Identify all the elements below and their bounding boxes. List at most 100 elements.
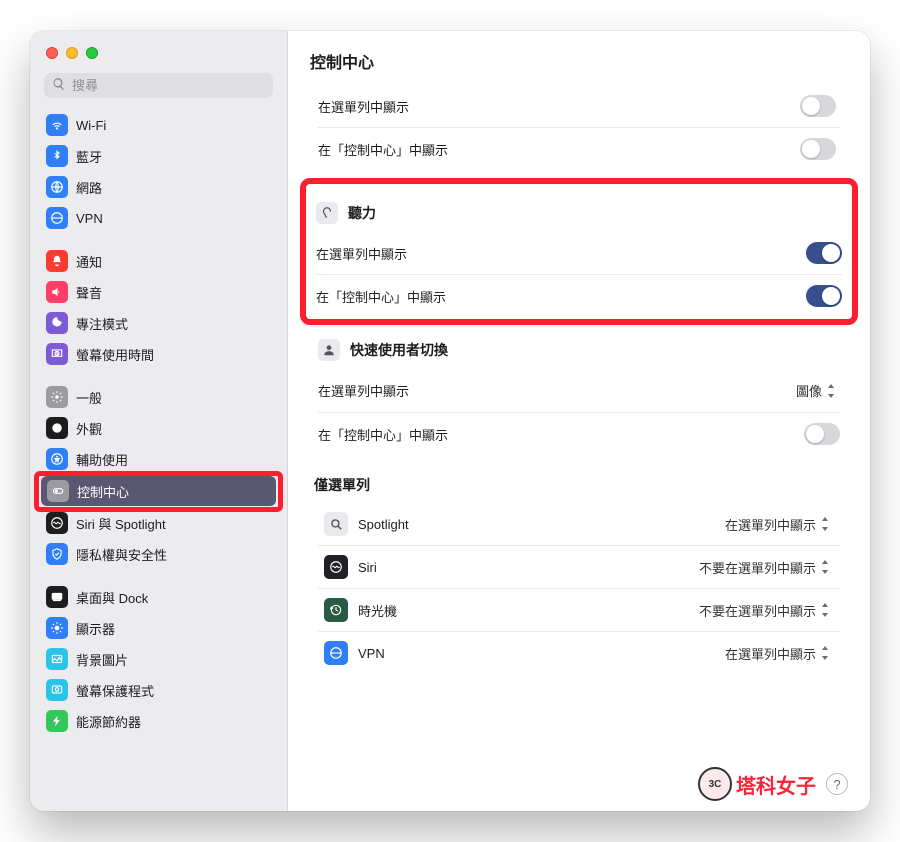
menu-only-popup-spotlight[interactable]: 在選單列中顯示	[721, 513, 834, 536]
toggle-hearing-controlcenter[interactable]	[806, 285, 842, 307]
displays-icon	[46, 617, 68, 639]
menu-only-popup-timemachine[interactable]: 不要在選單列中顯示	[695, 599, 834, 622]
fragment-show-in-menubar: 在選單列中顯示	[318, 85, 840, 127]
section-fragment: 在選單列中顯示 在「控制中心」中顯示	[310, 85, 848, 170]
popup-value: 在選單列中顯示	[725, 644, 816, 663]
fast-user-show-in-menubar: 在選單列中顯示 圖像	[318, 369, 840, 412]
toggle-fragment-controlcenter[interactable]	[800, 138, 836, 160]
help-button[interactable]: ?	[826, 773, 848, 795]
popup-value: 在選單列中顯示	[725, 515, 816, 534]
menu-only-popup-vpn[interactable]: 在選單列中顯示	[721, 642, 834, 665]
minimize-window-button[interactable]	[66, 47, 78, 59]
list-item-label: Spotlight	[358, 517, 409, 532]
toggle-fragment-menubar[interactable]	[800, 95, 836, 117]
fragment-show-in-controlcenter: 在「控制中心」中顯示	[318, 127, 840, 170]
list-item-label: 時光機	[358, 601, 397, 620]
fast-user-menubar-popup[interactable]: 圖像	[792, 379, 840, 402]
appearance-icon	[46, 417, 68, 439]
row-label: 在「控制中心」中顯示	[318, 140, 448, 159]
search-input[interactable]	[72, 78, 265, 93]
spotlight-icon	[324, 512, 348, 536]
vpn-icon	[46, 207, 68, 229]
sidebar-item-label: 背景圖片	[76, 650, 128, 669]
settings-window: Wi-Fi藍牙網路VPN通知聲音專注模式螢幕使用時間一般外觀輔助使用控制中心Si…	[30, 31, 870, 811]
sidebar-item-label: Wi-Fi	[76, 118, 106, 133]
section-fast-user-switching: 快速使用者切換 在選單列中顯示 圖像 在「控制中心」中顯示	[310, 325, 848, 455]
content-area: 在選單列中顯示 在「控制中心」中顯示 聽力 在選單列中顯示	[288, 85, 870, 811]
sidebar: Wi-Fi 藍牙網路 VPN 通知聲音專注模式螢幕使用時間一般外觀輔助使用控制中心 Si…	[30, 31, 288, 811]
menu-bar-only-title: 僅選單列	[310, 455, 848, 503]
main-pane: 控制中心 在選單列中顯示 在「控制中心」中顯示 聽力	[288, 31, 870, 811]
sidebar-item-label: 顯示器	[76, 619, 115, 638]
sidebar-item-wifi[interactable]: Wi-Fi	[40, 110, 277, 140]
menu-only-row-timemachine: 時光機 不要在選單列中顯示	[318, 588, 840, 631]
row-label: 在選單列中顯示	[318, 381, 409, 400]
privacy-icon	[46, 543, 68, 565]
user-switch-icon	[318, 339, 340, 361]
list-item-label: Siri	[358, 560, 377, 575]
sidebar-item-label: 控制中心	[77, 482, 129, 501]
row-label: 在「控制中心」中顯示	[318, 425, 448, 444]
sidebar-item-label: 能源節約器	[76, 712, 141, 731]
screensaver-icon	[46, 679, 68, 701]
sidebar-item-appearance[interactable]: 外觀	[40, 413, 277, 443]
sidebar-item-label: 藍牙	[76, 147, 102, 166]
sidebar-item-bluetooth[interactable]: 藍牙	[40, 141, 277, 171]
sidebar-item-label: 桌面與 Dock	[76, 588, 148, 607]
hearing-section-header: 聽力	[316, 188, 842, 232]
sidebar-item-sound[interactable]: 聲音	[40, 277, 277, 307]
sidebar-item-screentime[interactable]: 螢幕使用時間	[40, 339, 277, 369]
hearing-title: 聽力	[348, 203, 376, 223]
watermark: 3C 塔科女子	[698, 767, 816, 801]
sidebar-item-siri[interactable]: Siri 與 Spotlight	[40, 508, 277, 538]
sound-icon	[46, 281, 68, 303]
toggle-fast-user-controlcenter[interactable]	[804, 423, 840, 445]
sidebar-item-screensaver[interactable]: 螢幕保護程式	[40, 675, 277, 705]
page-title: 控制中心	[288, 31, 870, 85]
timemachine-icon	[324, 598, 348, 622]
sidebar-item-displays[interactable]: 顯示器	[40, 613, 277, 643]
list-item-label: VPN	[358, 646, 385, 661]
accessibility-icon	[46, 448, 68, 470]
wifi-icon	[46, 114, 68, 136]
siri-icon	[324, 555, 348, 579]
fast-user-show-in-controlcenter: 在「控制中心」中顯示	[318, 412, 840, 455]
sidebar-item-label: VPN	[76, 211, 103, 226]
wallpaper-icon	[46, 648, 68, 670]
footer-area: 3C 塔科女子 ?	[698, 767, 848, 801]
row-label: 在選單列中顯示	[318, 97, 409, 116]
sidebar-item-label: 通知	[76, 252, 102, 271]
popup-value: 圖像	[796, 381, 822, 400]
sidebar-item-label: 專注模式	[76, 314, 128, 333]
close-window-button[interactable]	[46, 47, 58, 59]
sidebar-item-vpn[interactable]: VPN	[40, 203, 277, 233]
sidebar-item-label: 網路	[76, 178, 102, 197]
search-field[interactable]	[44, 73, 273, 98]
controlcenter-icon	[47, 480, 69, 502]
popup-value: 不要在選單列中顯示	[699, 601, 816, 620]
sidebar-item-energy[interactable]: 能源節約器	[40, 706, 277, 736]
sidebar-item-network[interactable]: 網路	[40, 172, 277, 202]
fast-user-header: 快速使用者切換	[318, 325, 840, 369]
search-icon	[52, 77, 72, 94]
popup-value: 不要在選單列中顯示	[699, 558, 816, 577]
highlight-hearing-section: 聽力 在選單列中顯示 在「控制中心」中顯示	[300, 178, 858, 325]
sidebar-item-general[interactable]: 一般	[40, 382, 277, 412]
sidebar-item-label: Siri 與 Spotlight	[76, 514, 166, 533]
sidebar-item-accessibility[interactable]: 輔助使用	[40, 444, 277, 474]
notifications-icon	[46, 250, 68, 272]
sidebar-item-notifications[interactable]: 通知	[40, 246, 277, 276]
siri-icon	[46, 512, 68, 534]
row-label: 在選單列中顯示	[316, 244, 407, 263]
sidebar-item-controlcenter[interactable]: 控制中心	[41, 476, 276, 506]
sidebar-item-privacy[interactable]: 隱私權與安全性	[40, 539, 277, 569]
menu-only-row-vpn: VPN 在選單列中顯示	[318, 631, 840, 674]
sidebar-item-focus[interactable]: 專注模式	[40, 308, 277, 338]
zoom-window-button[interactable]	[86, 47, 98, 59]
sidebar-item-desktop[interactable]: 桌面與 Dock	[40, 582, 277, 612]
hearing-show-in-menubar: 在選單列中顯示	[316, 232, 842, 274]
toggle-hearing-menubar[interactable]	[806, 242, 842, 264]
ear-icon	[316, 202, 338, 224]
sidebar-item-wallpaper[interactable]: 背景圖片	[40, 644, 277, 674]
menu-only-popup-siri[interactable]: 不要在選單列中顯示	[695, 556, 834, 579]
